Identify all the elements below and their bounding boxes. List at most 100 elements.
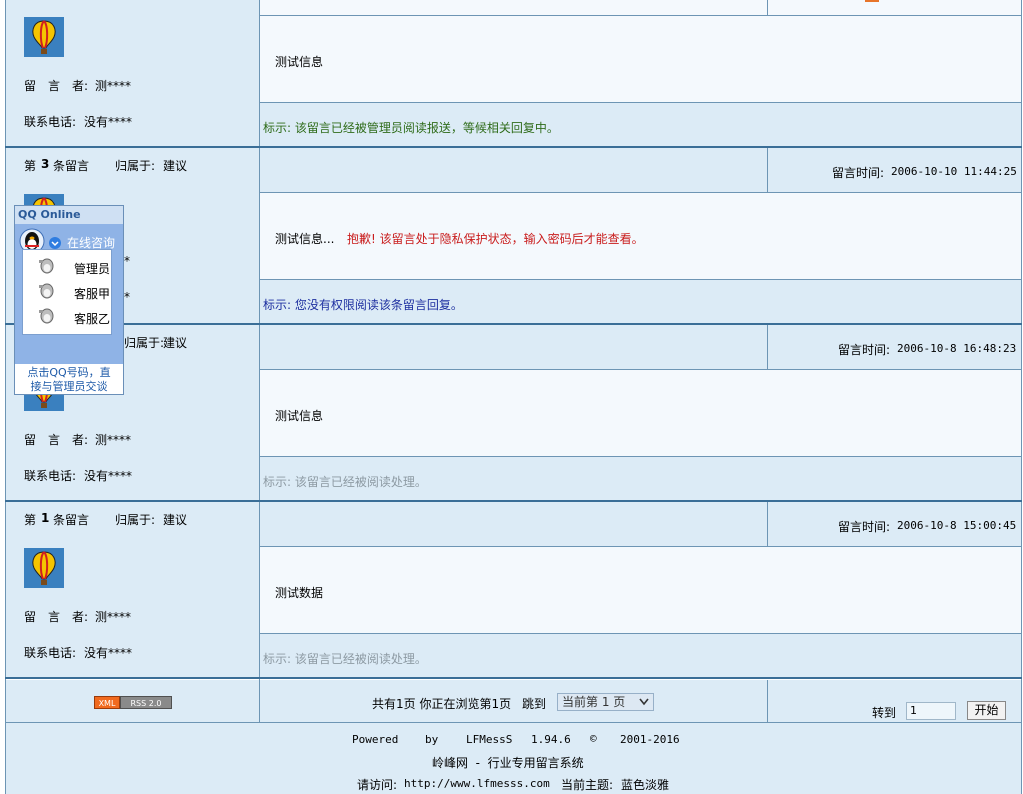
qq-contact-admin[interactable]: 管理员 <box>74 260 110 277</box>
page-select-value: 当前第 1 页 <box>562 695 626 709</box>
corner-icon <box>865 0 879 2</box>
status-text: 标示: 该留言已经被阅读处理。 <box>263 475 427 489</box>
message-header-strip <box>260 0 1022 15</box>
phone-label: 联系电话: <box>24 646 77 660</box>
category-value: 建议 <box>163 336 188 350</box>
column-divider <box>767 502 768 546</box>
status-text: 标示: 该留言已经被阅读处理。 <box>263 652 427 666</box>
author-value-tail: * <box>124 254 130 268</box>
time-value: 2006-10-8 15:00:45 <box>897 519 1017 532</box>
phone-value: 没有**** <box>84 646 133 660</box>
by-label: by <box>425 733 439 746</box>
goto-label: 转到 <box>872 706 897 720</box>
category-value: 建议 <box>163 513 188 527</box>
time-label: 留言时间: <box>838 520 891 534</box>
time-value: 2006-10-8 16:48:23 <box>897 342 1017 355</box>
goto-start-button[interactable]: 开始 <box>967 701 1006 720</box>
message-separator <box>5 323 1022 325</box>
product-name: LFMessS <box>466 733 513 746</box>
copyright-symbol: © <box>590 732 597 745</box>
row-divider <box>260 102 1022 103</box>
qq-contact-service-b[interactable]: 客服乙 <box>74 310 110 327</box>
message-separator <box>5 677 1022 679</box>
qq-contact-icon <box>39 258 54 274</box>
column-divider <box>767 325 768 369</box>
time-label: 留言时间: <box>838 343 891 357</box>
qq-widget-title: QQ Online <box>15 206 123 224</box>
column-divider <box>767 680 768 722</box>
message-content: 测试信息 <box>275 409 324 423</box>
category-label-tail: 归属于: <box>124 336 165 350</box>
product-version: 1.94.6 <box>531 733 571 746</box>
message-number-prefix: 第 <box>24 159 37 173</box>
time-value: 2006-10-10 11:44:25 <box>891 165 1017 178</box>
rss-badge-xml: XML <box>94 696 120 709</box>
message-number-suffix: 条留言 <box>53 513 90 527</box>
message-content: 测试数据 <box>275 586 324 600</box>
rss-badge-version: RSS 2.0 <box>120 696 172 709</box>
row-divider <box>260 633 1022 634</box>
phone-label: 联系电话: <box>24 115 77 129</box>
message-number: 1 <box>41 511 50 525</box>
column-divider <box>767 0 768 16</box>
message-separator <box>5 500 1022 502</box>
qq-contact-icon <box>39 283 54 299</box>
goto-page-input[interactable]: 1 <box>906 702 956 720</box>
column-divider <box>767 148 768 192</box>
border-line <box>5 0 6 794</box>
message-header-left <box>260 502 767 546</box>
author-value: 测**** <box>95 433 132 447</box>
message-header-left <box>260 325 767 369</box>
phone-value-tail: * <box>124 290 130 304</box>
visit-label: 请访问: <box>357 778 398 792</box>
site-url-link[interactable]: http://www.lfmesss.com <box>404 777 550 790</box>
jump-label: 跳到 <box>522 697 547 711</box>
row-divider <box>260 279 1022 280</box>
message-number-prefix: 第 <box>24 513 37 527</box>
author-value: 测**** <box>95 610 132 624</box>
qq-contact-service-a[interactable]: 客服甲 <box>74 285 110 302</box>
page-summary: 共有1页 你正在浏览第1页 <box>372 697 512 711</box>
author-label: 留 言 者: <box>24 610 89 624</box>
row-divider <box>260 15 1022 16</box>
balloon-icon <box>32 551 56 585</box>
qq-footer-line-1: 点击QQ号码，直 <box>27 366 111 379</box>
message-content: 测试信息 <box>275 55 324 69</box>
row-divider <box>260 546 1022 547</box>
qq-contact-icon <box>39 308 54 324</box>
category-label: 归属于: <box>115 159 156 173</box>
row-divider <box>260 369 1022 370</box>
author-label: 留 言 者: <box>24 79 89 93</box>
pagination-cell <box>260 680 767 722</box>
status-text: 标示: 该留言已经被管理员阅读报送，等候相关回复中。 <box>263 121 559 135</box>
site-tagline: 岭峰网 - 行业专用留言系统 <box>432 756 584 770</box>
message-number: 3 <box>41 157 50 171</box>
status-text: 标示: 您没有权限阅读该条留言回复。 <box>263 298 463 312</box>
theme-value: 蓝色淡雅 <box>621 778 670 792</box>
message-header-left <box>260 148 767 192</box>
user-avatar <box>24 548 64 588</box>
row-divider <box>260 192 1022 193</box>
phone-label: 联系电话: <box>24 469 77 483</box>
page-select[interactable]: 当前第 1 页 <box>557 693 654 711</box>
category-value: 建议 <box>163 159 188 173</box>
author-value: 测**** <box>95 79 132 93</box>
row-divider <box>5 722 1022 723</box>
message-body <box>260 547 1022 633</box>
copyright-years: 2001-2016 <box>620 733 680 746</box>
message-content: 测试信息... <box>275 232 335 246</box>
balloon-icon <box>32 20 56 54</box>
category-label: 归属于: <box>115 513 156 527</box>
qq-widget-footer[interactable]: 点击QQ号码，直 接与管理员交谈 <box>15 364 123 394</box>
border-line <box>1021 0 1022 794</box>
author-label: 留 言 者: <box>24 433 89 447</box>
powered-label: Powered <box>352 733 399 746</box>
qq-contact-list: 管理员 客服甲 客服乙 <box>22 249 112 335</box>
privacy-warning: 抱歉! 该留言处于隐私保护状态，输入密码后才能查看。 <box>347 232 644 246</box>
phone-value: 没有**** <box>84 115 133 129</box>
qq-online-widget[interactable]: QQ Online 在线咨询 管理员 客服甲 客服乙 点击QQ号码，直 接与管理… <box>14 205 124 395</box>
theme-label: 当前主题: <box>561 778 614 792</box>
message-separator <box>5 146 1022 148</box>
rss-feed-badge[interactable]: XML RSS 2.0 <box>94 696 172 709</box>
message-number-suffix: 条留言 <box>53 159 90 173</box>
